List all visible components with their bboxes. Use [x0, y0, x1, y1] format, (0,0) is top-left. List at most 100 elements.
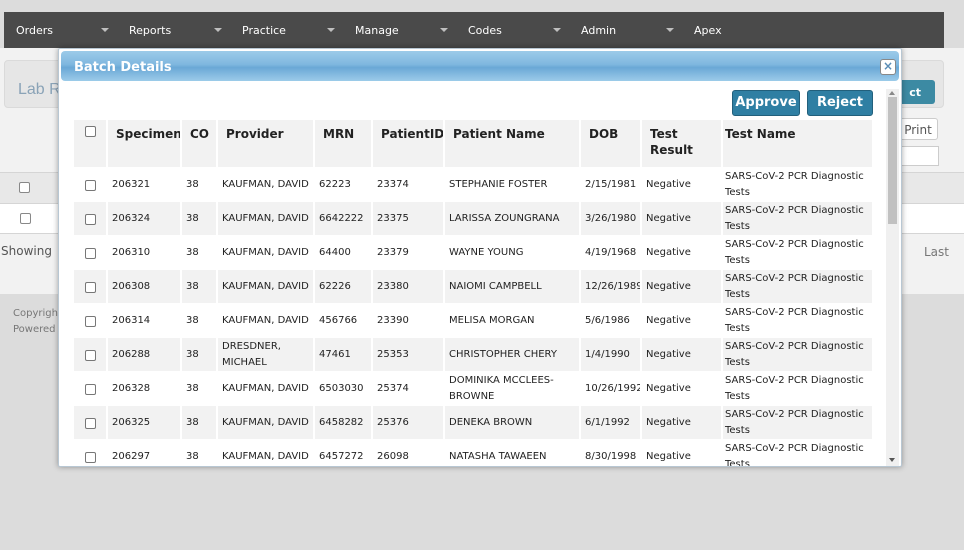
scroll-up-icon[interactable] [889, 91, 895, 95]
cell-specimen: 206288 [108, 338, 182, 372]
row-checkbox-cell [74, 202, 108, 236]
cell-provider: KAUFMAN, DAVID [218, 202, 315, 236]
row-checkbox-cell [74, 338, 108, 372]
row-checkbox[interactable] [84, 213, 96, 225]
close-icon[interactable]: × [880, 59, 896, 75]
nav-item-orders[interactable]: Orders [4, 12, 117, 48]
row-checkbox[interactable] [84, 179, 96, 191]
showing-text: Showing [1, 244, 52, 258]
cell-result: Negative [642, 338, 723, 372]
cell-specimen: 206325 [108, 406, 182, 440]
cell-mrn: 6503030 [315, 372, 373, 406]
row-checkbox[interactable] [84, 383, 96, 395]
table-header: Specimen CO Provider MRN PatientID Patient Na… [74, 120, 872, 168]
cell-mrn: 62226 [315, 270, 373, 304]
cell-test-name: SARS-CoV-2 PCR Diagnostic Tests [725, 341, 864, 368]
column-header-specimen[interactable]: Specimen [108, 120, 182, 168]
table-row[interactable]: 206324 38 KAUFMAN, DAVID 6642222 23375 LARISS… [74, 202, 872, 236]
scroll-down-icon[interactable] [889, 458, 895, 462]
cell-co: 38 [182, 406, 218, 440]
cell-dob: 3/26/1980 [581, 202, 642, 236]
row-checkbox[interactable] [20, 213, 31, 224]
scroll-thumb[interactable] [888, 97, 897, 224]
cell-patient-name: LARISSA ZOUNGRANA [445, 202, 581, 236]
row-checkbox-cell [74, 270, 108, 304]
cell-patient-name: MELISA MORGAN [445, 304, 581, 338]
nav-item-apex[interactable]: Apex [682, 12, 831, 48]
print-button[interactable]: Print [898, 118, 938, 140]
nav-item-codes[interactable]: Codes [456, 12, 569, 48]
row-checkbox[interactable] [84, 451, 96, 463]
table-row[interactable]: 206288 38 DRESDNER, MICHAEL 47461 25353 CHRIS… [74, 338, 872, 372]
chevron-down-icon [101, 28, 109, 32]
row-checkbox[interactable] [84, 349, 96, 361]
cell-provider: KAUFMAN, DAVID [218, 168, 315, 202]
row-checkbox[interactable] [84, 281, 96, 293]
column-header-mrn[interactable]: MRN [315, 120, 373, 168]
last-page-link[interactable]: Last [924, 245, 949, 259]
cell-co: 38 [182, 304, 218, 338]
cell-co: 38 [182, 168, 218, 202]
modal-scrollbar[interactable] [886, 89, 899, 466]
table-row[interactable]: 206314 38 KAUFMAN, DAVID 456766 23390 MELISA … [74, 304, 872, 338]
cell-provider: KAUFMAN, DAVID [218, 406, 315, 440]
cell-test-name: SARS-CoV-2 PCR Diagnostic Tests [725, 171, 864, 198]
footer-powered: Powered [13, 324, 56, 335]
column-header-test-name[interactable]: Test Name [723, 120, 872, 168]
nav-item-label: Practice [242, 24, 286, 37]
nav-item-label: Codes [468, 24, 502, 37]
nav-item-manage[interactable]: Manage [343, 12, 456, 48]
batch-table: Specimen CO Provider MRN PatientID Patient Na… [74, 120, 872, 466]
nav-item-label: Apex [694, 24, 722, 37]
nav-item-practice[interactable]: Practice [230, 12, 343, 48]
cell-patient-id: 23390 [373, 304, 445, 338]
table-row[interactable]: 206325 38 KAUFMAN, DAVID 6458282 25376 DENEKA… [74, 406, 872, 440]
approve-button[interactable]: Approve [732, 90, 800, 116]
cell-result: Negative [642, 406, 723, 440]
column-header-patient-name[interactable]: Patient Name [445, 120, 581, 168]
chevron-down-icon [327, 28, 335, 32]
column-header-co[interactable]: CO [182, 120, 218, 168]
table-row[interactable]: 206310 38 KAUFMAN, DAVID 64400 23379 WAYNE YO… [74, 236, 872, 270]
column-header-dob[interactable]: DOB [581, 120, 642, 168]
cell-patient-id: 26098 [373, 440, 445, 466]
row-checkbox-cell [74, 406, 108, 440]
cell-patient-name: CHRISTOPHER CHERY [445, 338, 581, 372]
cell-result: Negative [642, 304, 723, 338]
cell-specimen: 206324 [108, 202, 182, 236]
reject-button[interactable]: Reject [807, 90, 873, 116]
row-checkbox[interactable] [84, 417, 96, 429]
cell-patient-id: 25353 [373, 338, 445, 372]
cell-patient-name: WAYNE YOUNG [445, 236, 581, 270]
cell-patient-id: 25374 [373, 372, 445, 406]
cell-test-name: SARS-CoV-2 PCR Diagnostic Tests [725, 205, 864, 232]
cell-provider: KAUFMAN, DAVID [218, 372, 315, 406]
column-header-test-result[interactable]: Test Result [642, 120, 723, 168]
cell-dob: 4/19/1968 [581, 236, 642, 270]
row-checkbox[interactable] [84, 315, 96, 327]
cell-result: Negative [642, 202, 723, 236]
cell-dob: 6/1/1992 [581, 406, 642, 440]
cell-provider: KAUFMAN, DAVID [218, 236, 315, 270]
chevron-down-icon [214, 28, 222, 32]
nav-item-admin[interactable]: Admin [569, 12, 682, 48]
row-checkbox[interactable] [84, 247, 96, 259]
cell-dob: 8/30/1998 [581, 440, 642, 466]
select-all-checkbox[interactable] [19, 182, 30, 193]
column-header-provider[interactable]: Provider [218, 120, 315, 168]
table-row[interactable]: 206328 38 KAUFMAN, DAVID 6503030 25374 DOMINI… [74, 372, 872, 406]
cell-patient-name: NAIOMI CAMPBELL [445, 270, 581, 304]
cell-patient-name: DOMINIKA MCCLEES-BROWNE [445, 372, 581, 406]
search-input[interactable] [896, 146, 939, 166]
select-all-checkbox[interactable] [84, 126, 96, 137]
table-row[interactable]: 206297 38 KAUFMAN, DAVID 6457272 26098 NATASH… [74, 440, 872, 466]
nav-item-reports[interactable]: Reports [117, 12, 230, 48]
table-row[interactable]: 206321 38 KAUFMAN, DAVID 62223 23374 STEPHANI… [74, 168, 872, 202]
cell-mrn: 64400 [315, 236, 373, 270]
column-header-patientid[interactable]: PatientID [373, 120, 445, 168]
chevron-down-icon [440, 28, 448, 32]
table-row[interactable]: 206308 38 KAUFMAN, DAVID 62226 23380 NAIOMI C… [74, 270, 872, 304]
cell-dob: 1/4/1990 [581, 338, 642, 372]
nav-item-label: Manage [355, 24, 399, 37]
modal-title: Batch Details [74, 60, 172, 75]
